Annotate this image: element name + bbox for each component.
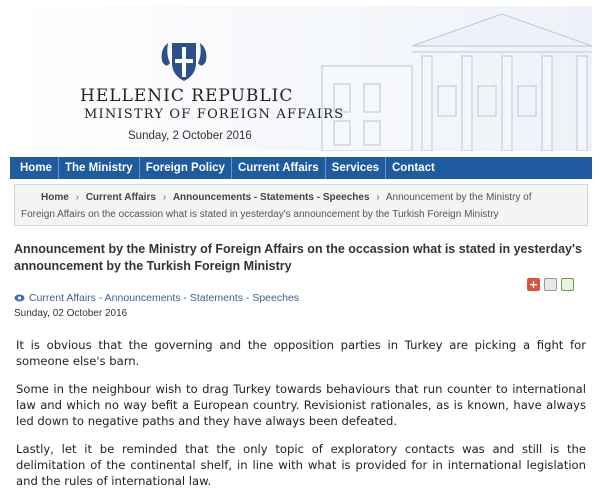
- article-paragraph: It is obvious that the governing and the…: [16, 338, 586, 368]
- article-paragraph: Some in the neighbour wish to drag Turke…: [16, 382, 586, 428]
- breadcrumb-current-line1: Announcement by the Ministry of: [385, 192, 532, 203]
- plus-icon[interactable]: +: [527, 278, 540, 291]
- article-date: Sunday, 02 October 2016: [14, 308, 128, 319]
- breadcrumb-current-affairs[interactable]: Current Affairs: [86, 192, 156, 203]
- breadcrumb-current-line2: Foreign Affairs on the occassion what is…: [21, 209, 499, 220]
- nav-services[interactable]: Services: [326, 157, 386, 179]
- article-headline: Announcement by the Ministry of Foreign …: [14, 242, 582, 273]
- building-illustration: [321, 13, 592, 151]
- eye-icon: [14, 294, 25, 302]
- site-subtitle: MINISTRY OF FOREIGN AFFAIRS: [84, 107, 345, 122]
- page: HELLENIC REPUBLIC MINISTRY OF FOREIGN AF…: [10, 6, 592, 488]
- nav-home[interactable]: Home: [14, 157, 59, 179]
- site-title: HELLENIC REPUBLIC: [80, 86, 294, 106]
- chevron-right-icon: ›: [75, 192, 79, 203]
- header-date: Sunday, 2 October 2016: [128, 130, 252, 142]
- main-nav: Home The Ministry Foreign Policy Current…: [10, 157, 592, 179]
- breadcrumb-home[interactable]: Home: [41, 192, 69, 203]
- article-tools: +: [527, 278, 574, 291]
- article-category-label[interactable]: Current Affairs - Announcements - Statem…: [29, 292, 299, 304]
- breadcrumb: Home › Current Affairs › Announcements -…: [14, 184, 588, 226]
- article-category[interactable]: Current Affairs - Announcements - Statem…: [14, 292, 299, 304]
- nav-current-affairs[interactable]: Current Affairs: [232, 157, 326, 179]
- nav-foreign-policy[interactable]: Foreign Policy: [140, 157, 232, 179]
- site-header: HELLENIC REPUBLIC MINISTRY OF FOREIGN AF…: [10, 6, 592, 151]
- nav-the-ministry[interactable]: The Ministry: [59, 157, 140, 179]
- chevron-right-icon: ›: [162, 192, 167, 203]
- article-body: It is obvious that the governing and the…: [16, 337, 586, 492]
- greek-crest-icon: [161, 43, 207, 81]
- nav-contact[interactable]: Contact: [386, 157, 441, 179]
- article-paragraph: Lastly, let it be reminded that the only…: [16, 442, 586, 488]
- email-icon[interactable]: [561, 278, 574, 291]
- breadcrumb-announcements[interactable]: Announcements - Statements - Speeches: [173, 192, 370, 203]
- print-icon[interactable]: [544, 278, 557, 291]
- chevron-right-icon: ›: [376, 192, 380, 203]
